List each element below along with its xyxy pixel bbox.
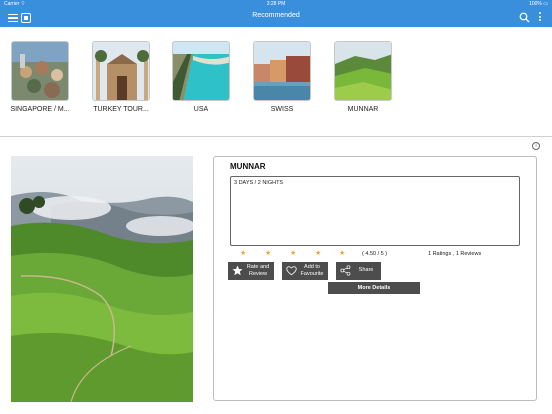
share-label: Share xyxy=(358,267,374,273)
page-title: Recommended xyxy=(252,12,300,19)
battery-indicator: 100% ▭ xyxy=(529,1,548,7)
tour-card[interactable]: MUNNAR xyxy=(332,41,394,113)
app-bar: Recommended xyxy=(0,8,552,27)
fav-label-line1: Add to xyxy=(304,264,320,270)
tour-thumbnail xyxy=(334,41,392,101)
description-text: 3 DAYS / 2 NIGHTS xyxy=(234,180,284,186)
kebab-icon[interactable] xyxy=(538,12,542,23)
search-icon[interactable] xyxy=(519,12,530,23)
tour-name: MUNNAR xyxy=(347,106,379,113)
share-button[interactable]: Share xyxy=(336,262,381,280)
tour-thumbnail xyxy=(11,41,69,101)
tour-detail-panel: MUNNAR 3 DAYS / 2 NIGHTS ★ ★ ★ ★ ★ ( 4.5… xyxy=(213,156,537,401)
detail-title: MUNNAR xyxy=(230,162,266,171)
tour-card[interactable]: SWISS xyxy=(251,41,313,113)
status-bar: Carrier ⌔ 3:28 PM 100% ▭ xyxy=(0,0,552,8)
star-icon xyxy=(232,265,243,276)
star-icon[interactable]: ★ xyxy=(240,250,246,258)
ratings-count: 1 Ratings , 1 Reviews xyxy=(428,251,482,257)
star-icon[interactable]: ★ xyxy=(315,250,321,258)
tour-thumbnail xyxy=(253,41,311,101)
rate-review-button[interactable]: Rate and Review xyxy=(228,262,274,280)
more-details-button[interactable]: More Details xyxy=(328,282,420,294)
tour-name: SINGAPORE / M... xyxy=(10,106,70,113)
tour-name: USA xyxy=(193,106,209,113)
info-icon[interactable]: i xyxy=(532,142,540,150)
share-icon xyxy=(340,265,351,276)
star-icon[interactable]: ★ xyxy=(290,250,296,258)
recommended-carousel[interactable]: SINGAPORE / M... TURKEY TOUR... USA SWIS… xyxy=(0,27,552,137)
rate-label-line2: Review xyxy=(248,271,268,277)
rate-label-line1: Rate and xyxy=(246,264,270,270)
star-icon[interactable]: ★ xyxy=(339,250,345,258)
tour-name: SWISS xyxy=(270,106,294,113)
tour-thumbnail xyxy=(172,41,230,101)
tour-name: TURKEY TOUR... xyxy=(93,106,149,113)
description-box[interactable]: 3 DAYS / 2 NIGHTS xyxy=(230,176,520,246)
tour-card[interactable]: TURKEY TOUR... xyxy=(90,41,152,113)
fav-label-line2: Favourite xyxy=(300,271,324,277)
clock: 3:28 PM xyxy=(266,1,286,7)
tour-card[interactable]: SINGAPORE / M... xyxy=(9,41,71,113)
rating-value: ( 4.50 / 5 ) xyxy=(362,251,388,257)
tour-thumbnail xyxy=(92,41,150,101)
heart-icon xyxy=(286,266,297,276)
tour-card[interactable]: USA xyxy=(170,41,232,113)
hero-image xyxy=(11,156,193,402)
star-icon[interactable]: ★ xyxy=(265,250,271,258)
add-favourite-button[interactable]: Add to Favourite xyxy=(282,262,328,280)
